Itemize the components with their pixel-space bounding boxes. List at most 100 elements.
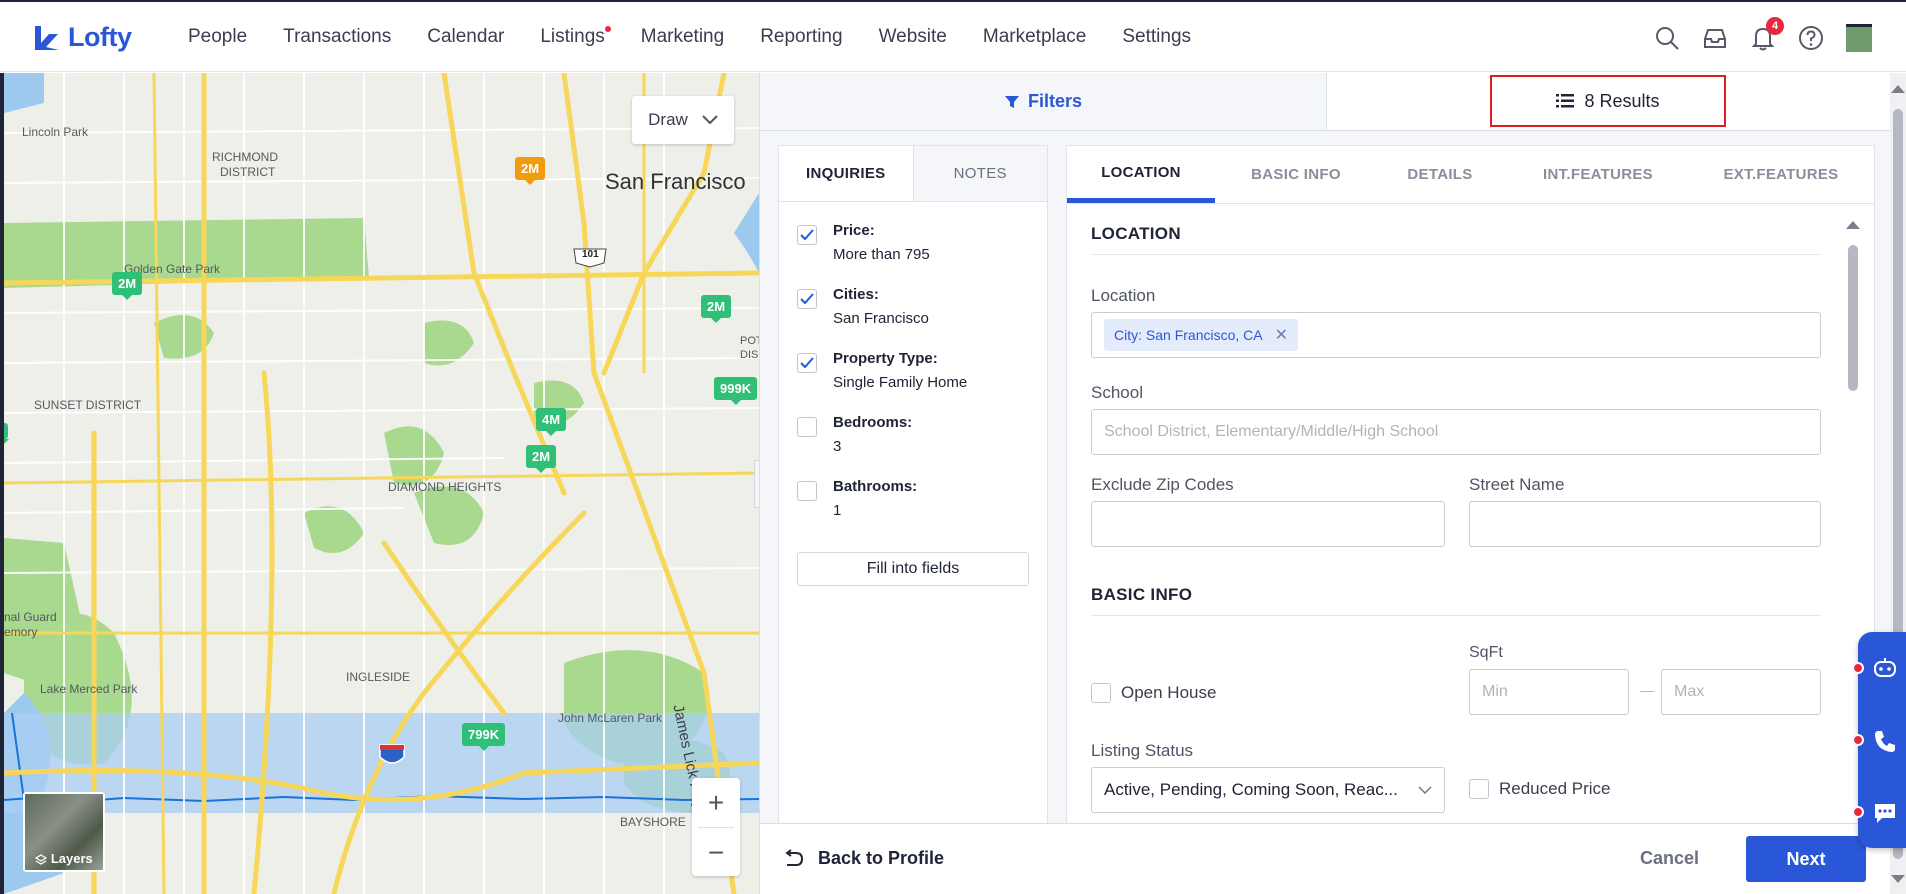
- results-tab[interactable]: 8 Results: [1326, 73, 1891, 131]
- back-to-profile-label: Back to Profile: [818, 848, 945, 868]
- menu-reporting[interactable]: Reporting: [760, 26, 842, 48]
- map-label-pot: POT: [740, 335, 759, 347]
- scroll-up-arrow[interactable]: [1846, 221, 1860, 229]
- close-icon[interactable]: ✕: [1275, 325, 1288, 345]
- open-house-checkbox[interactable]: [1091, 683, 1111, 703]
- tab-details[interactable]: DETAILS: [1377, 146, 1503, 203]
- menu-listings-label: Listings: [540, 26, 605, 47]
- section-basic-info-rule: [1091, 615, 1821, 616]
- tab-ext-features[interactable]: EXT.FEATURES: [1693, 146, 1869, 203]
- form-scrollbar[interactable]: [1846, 221, 1860, 861]
- menu-settings[interactable]: Settings: [1122, 26, 1191, 48]
- results-button[interactable]: 8 Results: [1490, 75, 1726, 127]
- layers-label: Layers: [25, 851, 103, 866]
- tab-notes[interactable]: NOTES: [912, 146, 1047, 201]
- search-icon[interactable]: [1654, 25, 1680, 51]
- exclude-zip-input[interactable]: [1091, 501, 1445, 547]
- sqft-max-input[interactable]: Max: [1661, 669, 1821, 715]
- notifications[interactable]: 4: [1750, 17, 1784, 51]
- zoom-out-button[interactable]: −: [692, 828, 740, 877]
- filters-tab[interactable]: Filters: [760, 73, 1326, 131]
- exclude-zip-label: Exclude Zip Codes: [1091, 475, 1234, 494]
- inquiry-price-checkbox[interactable]: [797, 225, 817, 245]
- inquiry-cities-checkbox[interactable]: [797, 289, 817, 309]
- menu-listings-dot: [604, 26, 611, 32]
- phone-icon[interactable]: [1872, 728, 1898, 754]
- menu-marketing[interactable]: Marketing: [641, 26, 724, 48]
- results-label: 8 Results: [1584, 90, 1660, 111]
- top-nav: Lofty People Transactions Calendar Listi…: [0, 0, 1906, 72]
- search-panel: Filters 8 Results INQUIRIES NOTES Price:…: [759, 73, 1891, 894]
- map-pin-999k[interactable]: 999K: [714, 377, 758, 405]
- sqft-min-input[interactable]: Min: [1469, 669, 1629, 715]
- map-label-san-francisco: San Francisco: [605, 169, 746, 194]
- open-house-option[interactable]: Open House: [1091, 683, 1216, 703]
- page-scroll-down-arrow[interactable]: [1891, 875, 1905, 883]
- map-pin-2m-golden-gate[interactable]: 2M: [112, 272, 143, 300]
- menu-marketplace[interactable]: Marketplace: [983, 26, 1087, 48]
- layers-button[interactable]: Layers: [23, 792, 105, 872]
- map-label-sunset: SUNSET DISTRICT: [34, 398, 142, 412]
- inquiry-cities-title: Cities:: [833, 286, 879, 303]
- school-input[interactable]: School District, Elementary/Middle/High …: [1091, 409, 1821, 455]
- search-criteria-form: LOCATION BASIC INFO DETAILS INT.FEATURES…: [1066, 145, 1875, 878]
- form-scroll-thumb[interactable]: [1848, 245, 1858, 391]
- brand-logo[interactable]: Lofty: [32, 22, 132, 53]
- message-icon[interactable]: [1872, 800, 1898, 826]
- map-pin-4m[interactable]: 4M: [536, 408, 567, 436]
- sqft-min-placeholder: Min: [1482, 683, 1508, 700]
- reduced-price-label: Reduced Price: [1499, 779, 1611, 798]
- page-scroll-up-arrow[interactable]: [1891, 85, 1905, 93]
- inbox-icon[interactable]: [1702, 25, 1728, 51]
- map-pin-2m-east[interactable]: 2M: [701, 295, 732, 323]
- tab-basic-info[interactable]: BASIC INFO: [1215, 146, 1377, 203]
- listing-status-label: Listing Status: [1091, 741, 1194, 760]
- lofty-logo-icon: [35, 25, 59, 50]
- sqft-separator: —: [1640, 682, 1654, 698]
- inquiry-bedrooms-checkbox[interactable]: [797, 417, 817, 437]
- zoom-in-button[interactable]: +: [692, 778, 740, 827]
- map-pin-799k[interactable]: 799K: [462, 723, 506, 751]
- menu-website[interactable]: Website: [879, 26, 947, 48]
- tab-location[interactable]: LOCATION: [1067, 146, 1215, 203]
- reduced-price-checkbox[interactable]: [1469, 779, 1489, 799]
- check-icon: [800, 357, 814, 369]
- section-location-title: LOCATION: [1091, 224, 1181, 243]
- filter-icon: [1004, 95, 1019, 108]
- main-menu: People Transactions Calendar Listings Ma…: [188, 26, 1227, 48]
- chat-bot-icon[interactable]: [1872, 656, 1898, 682]
- listing-status-select[interactable]: Active, Pending, Coming Soon, Reac...: [1091, 767, 1445, 813]
- location-input[interactable]: City: San Francisco, CA ✕: [1091, 312, 1821, 358]
- avatar[interactable]: [1846, 24, 1872, 52]
- menu-people[interactable]: People: [188, 26, 247, 48]
- back-to-profile-button[interactable]: Back to Profile: [782, 848, 944, 869]
- inquiry-property-type-checkbox[interactable]: [797, 353, 817, 373]
- draw-dropdown[interactable]: Draw: [632, 96, 734, 144]
- layers-icon: [34, 853, 48, 865]
- inquiry-bathrooms-checkbox[interactable]: [797, 481, 817, 501]
- fill-into-fields-button[interactable]: Fill into fields: [797, 552, 1029, 586]
- criteria-tabs: LOCATION BASIC INFO DETAILS INT.FEATURES…: [1067, 146, 1874, 204]
- tab-int-features[interactable]: INT.FEATURES: [1503, 146, 1693, 203]
- menu-calendar[interactable]: Calendar: [427, 26, 504, 48]
- map-label-bayshore: BAYSHORE: [620, 815, 686, 829]
- menu-transactions[interactable]: Transactions: [283, 26, 391, 48]
- map-pin-2m-orange[interactable]: 2M: [515, 157, 546, 185]
- reduced-price-option[interactable]: Reduced Price: [1469, 779, 1611, 799]
- cancel-button[interactable]: Cancel: [1640, 848, 1699, 869]
- map-pin-edge[interactable]: [4, 423, 9, 444]
- menu-listings[interactable]: Listings: [540, 26, 611, 48]
- street-name-label: Street Name: [1469, 475, 1565, 494]
- map-pin-2m-central[interactable]: 2M: [526, 445, 557, 473]
- map-view[interactable]: Lincoln Park RICHMOND DISTRICT Golden Ga…: [4, 73, 759, 894]
- message-alert-dot: [1852, 806, 1864, 818]
- inquiry-bedrooms-value: 3: [833, 438, 842, 455]
- tab-inquiries[interactable]: INQUIRIES: [779, 146, 913, 201]
- inquiry-property-type-title: Property Type:: [833, 350, 938, 367]
- panel-footer: Back to Profile Cancel Next: [760, 823, 1891, 894]
- map-label-emory: emory: [4, 625, 38, 639]
- help-icon[interactable]: [1798, 25, 1824, 51]
- map-canvas: [4, 73, 759, 894]
- street-name-input[interactable]: [1469, 501, 1821, 547]
- next-button[interactable]: Next: [1746, 836, 1866, 882]
